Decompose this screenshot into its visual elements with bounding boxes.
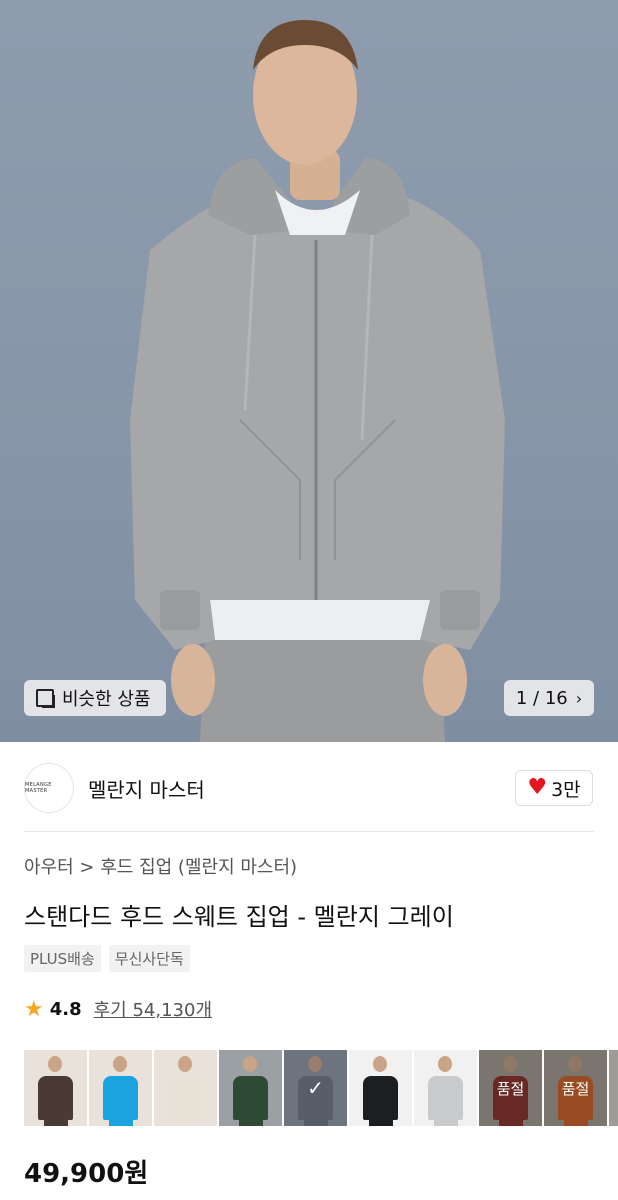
product-title: 스탠다드 후드 스웨트 집업 - 멜란지 그레이: [24, 903, 454, 931]
swatch-legs: [44, 1118, 68, 1126]
brand-logo[interactable]: MELANGE MASTER: [24, 763, 74, 813]
swatch-garment: [168, 1076, 203, 1120]
color-swatch[interactable]: [89, 1050, 152, 1126]
color-swatch[interactable]: [349, 1050, 412, 1126]
product-price: 49,900원: [24, 1159, 149, 1189]
color-swatch[interactable]: 품절: [479, 1050, 542, 1126]
swatch-legs: [109, 1118, 133, 1126]
color-swatch[interactable]: [219, 1050, 282, 1126]
like-button[interactable]: ♥ 3만: [515, 770, 593, 806]
sold-out-label: 품절: [479, 1050, 542, 1126]
product-tags: PLUS배송 무신사단독: [24, 945, 190, 972]
swatch-garment: [38, 1076, 73, 1120]
rating-score: 4.8: [49, 998, 82, 1020]
swatch-garment: [428, 1076, 463, 1120]
breadcrumb-category[interactable]: 아우터: [24, 857, 74, 878]
image-counter: 1 / 16: [515, 687, 568, 709]
similar-items-button[interactable]: 비슷한 상품: [24, 680, 166, 716]
tag-exclusive: 무신사단독: [108, 945, 190, 972]
swatch-garment: [363, 1076, 398, 1120]
brand-logo-text: MELANGE MASTER: [25, 782, 52, 794]
tag-plus-delivery: PLUS배송: [24, 945, 101, 972]
color-swatch[interactable]: 품절: [609, 1050, 618, 1126]
breadcrumb: 아우터 > 후드 집업 (멜란지 마스터): [24, 853, 297, 879]
swatch-legs: [174, 1118, 198, 1126]
swatch-garment: [233, 1076, 268, 1120]
color-swatch[interactable]: [154, 1050, 217, 1126]
color-swatch[interactable]: [24, 1050, 87, 1126]
checkmark-icon: ✓: [284, 1050, 347, 1126]
chevron-right-icon: ›: [575, 688, 583, 708]
sold-out-label: 품절: [544, 1050, 607, 1126]
color-options: ✓품절품절품절: [24, 1050, 618, 1126]
model-head: [48, 1056, 62, 1072]
star-icon: ★: [24, 996, 44, 1022]
divider: [24, 831, 594, 832]
model-head: [438, 1056, 452, 1072]
image-counter-button[interactable]: 1 / 16 ›: [504, 680, 594, 716]
brand-name[interactable]: 멜란지 마스터: [88, 774, 205, 803]
rating-row: ★ 4.8 후기 54,130개: [24, 996, 212, 1022]
similar-items-label: 비슷한 상품: [62, 689, 151, 710]
color-swatch[interactable]: ✓: [284, 1050, 347, 1126]
similar-items-icon: [36, 689, 55, 708]
model-head: [373, 1056, 387, 1072]
model-photo: [130, 20, 505, 742]
reviews-link[interactable]: 후기 54,130개: [94, 996, 212, 1022]
heart-icon: ♥: [527, 775, 548, 800]
swatch-legs: [434, 1118, 458, 1126]
breadcrumb-separator: >: [79, 857, 95, 878]
color-swatch[interactable]: 품절: [544, 1050, 607, 1126]
product-hero-image[interactable]: 비슷한 상품 1 / 16 ›: [0, 0, 618, 742]
model-head: [243, 1056, 257, 1072]
swatch-legs: [239, 1118, 263, 1126]
swatch-legs: [369, 1118, 393, 1126]
model-head: [113, 1056, 127, 1072]
swatch-garment: [103, 1076, 138, 1120]
like-count: 3만: [551, 778, 581, 801]
model-head: [178, 1056, 192, 1072]
color-swatch[interactable]: [414, 1050, 477, 1126]
sold-out-label: 품절: [609, 1050, 618, 1126]
breadcrumb-item[interactable]: 후드 집업 (멜란지 마스터): [100, 857, 297, 878]
